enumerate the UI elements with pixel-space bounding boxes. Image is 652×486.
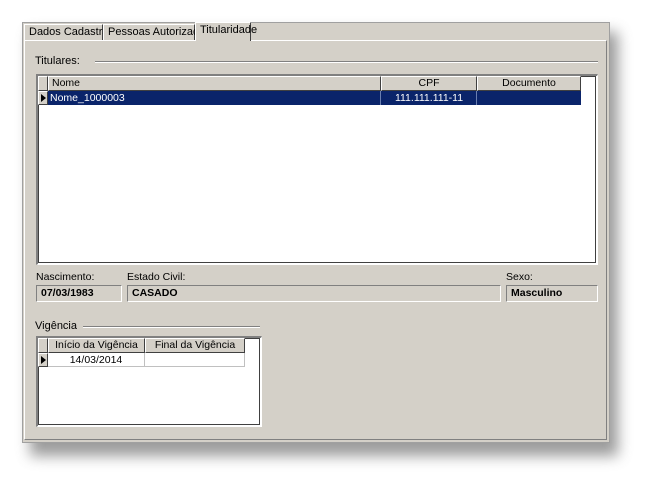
sexo-field: Masculino [506, 285, 598, 302]
titulares-label: Titulares: [35, 55, 86, 67]
column-header-documento[interactable]: Documento [477, 76, 581, 91]
cell-divider [380, 91, 381, 105]
grid-corner [38, 338, 48, 353]
estado-civil-field: CASADO [127, 285, 501, 302]
vigencia-divider [75, 326, 260, 328]
column-header-cpf[interactable]: CPF [381, 76, 477, 91]
vigencia-grid[interactable]: Início da Vigência Final da Vigência 14/… [36, 336, 262, 427]
cell-documento[interactable] [477, 91, 581, 105]
column-header-final-vigencia[interactable]: Final da Vigência [145, 338, 245, 353]
estado-civil-label: Estado Civil: [127, 271, 186, 283]
titularidade-window: Dados Cadastrais Pessoas Autorizadas Tit… [22, 22, 610, 443]
nascimento-label: Nascimento: [36, 271, 95, 283]
cell-inicio-vigencia[interactable]: 14/03/2014 [48, 353, 145, 367]
row-indicator-icon [38, 91, 48, 105]
nascimento-field: 07/03/1983 [36, 285, 122, 302]
table-row[interactable]: Nome_1000003 111.111.111-11 [38, 91, 581, 105]
column-header-nome[interactable]: Nome [48, 76, 381, 91]
column-header-inicio-vigencia[interactable]: Início da Vigência [48, 338, 145, 353]
tab-pessoas-autorizadas[interactable]: Pessoas Autorizadas [103, 24, 211, 40]
table-row[interactable]: 14/03/2014 [38, 353, 245, 367]
vigencia-label: Vigência [35, 320, 83, 332]
cell-nome[interactable]: Nome_1000003 [50, 91, 380, 105]
tab-page-titularidade: Titulares: Nome CPF Documento Nome_10000… [24, 40, 607, 440]
cell-final-vigencia[interactable] [145, 353, 245, 367]
cell-divider [476, 91, 477, 105]
sexo-label: Sexo: [506, 271, 533, 283]
titulares-divider [95, 61, 598, 63]
titulares-grid[interactable]: Nome CPF Documento Nome_1000003 111.111.… [36, 74, 598, 265]
cell-cpf[interactable]: 111.111.111-11 [381, 91, 477, 105]
row-indicator-icon [38, 353, 48, 367]
tab-dados-cadastrais[interactable]: Dados Cadastrais [24, 24, 116, 40]
tab-bar: Dados Cadastrais Pessoas Autorizadas Tit… [23, 22, 609, 41]
grid-corner [38, 76, 48, 91]
tab-titularidade[interactable]: Titularidade [195, 22, 257, 41]
